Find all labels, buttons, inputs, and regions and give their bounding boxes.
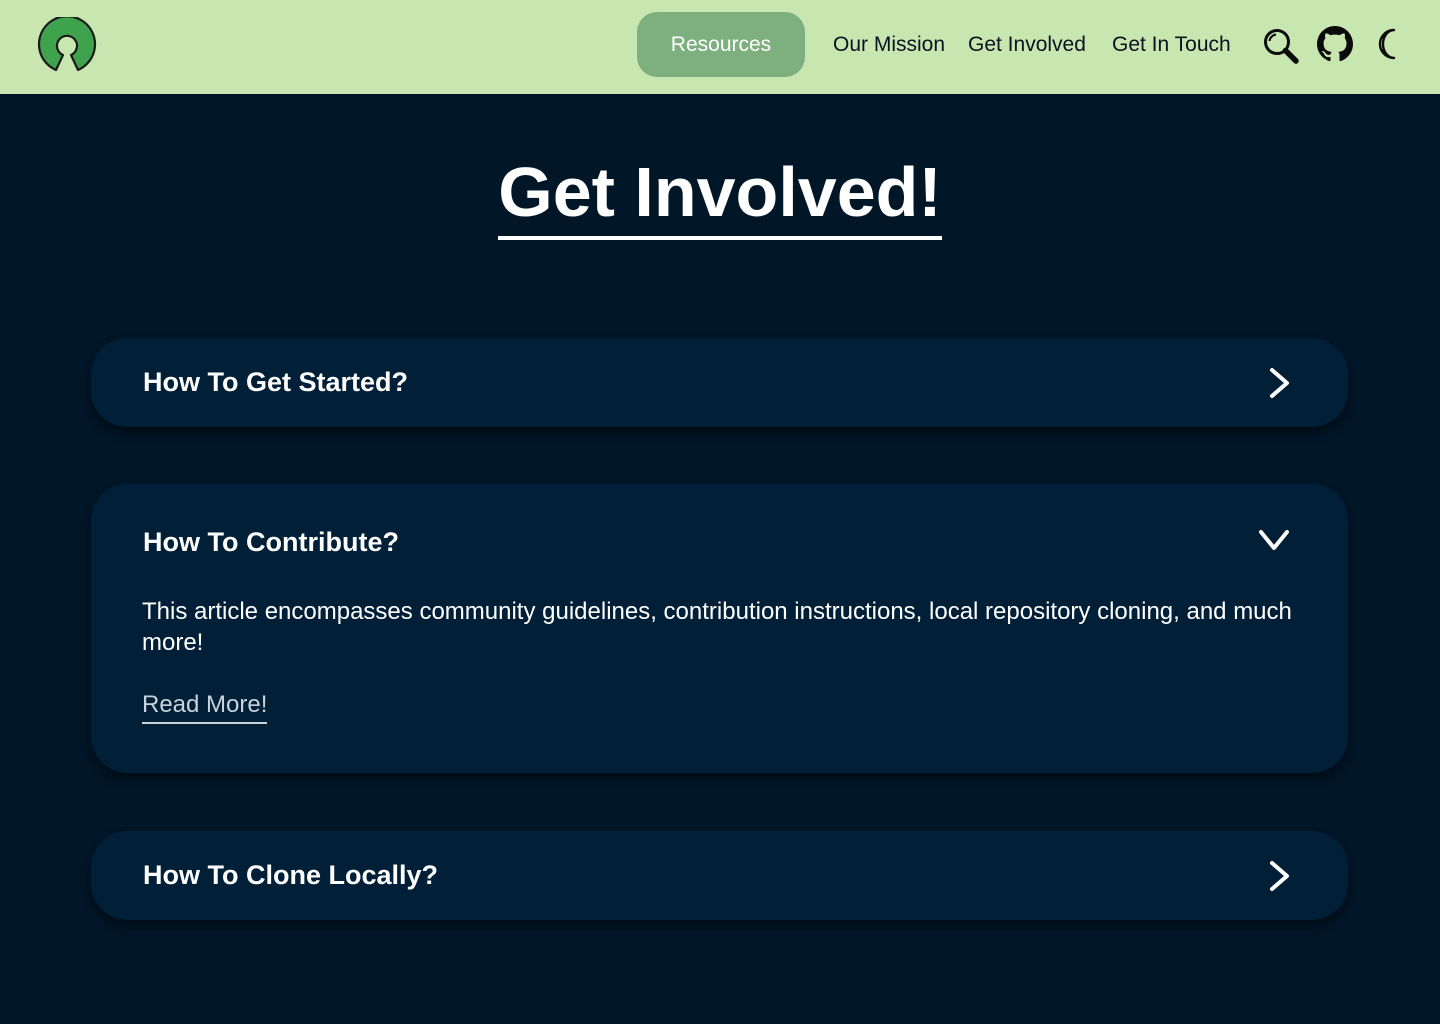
chevron-down-icon[interactable] bbox=[1257, 527, 1291, 553]
faq-question: How To Contribute? bbox=[143, 527, 399, 557]
faq-card-contribute[interactable]: How To Contribute? This article encompas… bbox=[91, 484, 1348, 773]
faq-answer: This article encompasses community guide… bbox=[142, 598, 1292, 656]
nav-link-get-in-touch[interactable]: Get In Touch bbox=[1112, 30, 1231, 60]
read-more-link[interactable]: Read More! bbox=[142, 688, 268, 724]
nav-link-our-mission[interactable]: Our Mission bbox=[833, 30, 945, 60]
faq-card-get-started[interactable]: How To Get Started? bbox=[91, 338, 1348, 427]
page-title: Get Involved! bbox=[498, 150, 942, 240]
faq-question: How To Get Started? bbox=[143, 367, 409, 397]
github-icon[interactable] bbox=[1317, 26, 1353, 62]
moon-icon[interactable] bbox=[1372, 27, 1404, 61]
faq-card-clone-locally[interactable]: How To Clone Locally? bbox=[91, 831, 1348, 920]
search-icon[interactable] bbox=[1262, 27, 1300, 65]
page-title-container: Get Involved! bbox=[0, 150, 1440, 240]
resources-nav-button[interactable]: Resources bbox=[637, 12, 805, 77]
navbar: Resources Our Mission Get Involved Get I… bbox=[0, 0, 1440, 94]
faq-question: How To Clone Locally? bbox=[143, 860, 439, 890]
resources-nav-label: Resources bbox=[670, 32, 772, 56]
nav-link-get-involved[interactable]: Get Involved bbox=[968, 30, 1086, 60]
chevron-right-icon[interactable] bbox=[1267, 860, 1293, 892]
open-source-logo-icon[interactable] bbox=[36, 17, 98, 73]
chevron-right-icon[interactable] bbox=[1267, 367, 1293, 399]
